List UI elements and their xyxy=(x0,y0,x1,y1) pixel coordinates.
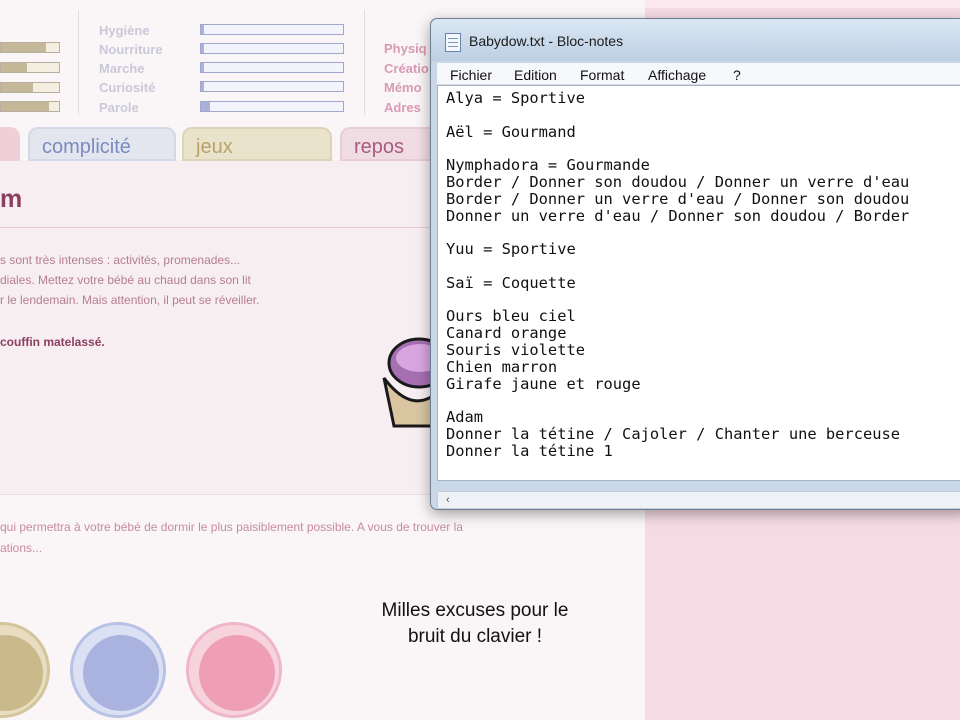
editor-lines: Alya = Sportive Aël = Gourmand Nymphadora … xyxy=(446,90,909,460)
stat-bar-nourriture xyxy=(200,43,344,54)
tab-jeux[interactable]: jeux xyxy=(182,127,332,161)
editor-line: Souris violette xyxy=(446,340,585,359)
stat-bar-left-fill xyxy=(1,102,49,111)
window-titlebar[interactable]: Babydow.txt - Bloc-notes xyxy=(431,19,960,61)
video-caption: Milles excuses pour le bruit du clavier … xyxy=(340,598,610,650)
stat-bar-left-4 xyxy=(0,101,60,112)
title-divider xyxy=(0,227,430,228)
stat-label-adresse: Adres xyxy=(384,100,421,115)
editor-line: Canard orange xyxy=(446,324,567,343)
editor-line: Border / Donner son doudou / Donner un v… xyxy=(446,172,910,191)
menu-fichier[interactable]: Fichier xyxy=(450,67,492,83)
editor-line: Saï = Coquette xyxy=(446,273,576,292)
menu-format[interactable]: Format xyxy=(580,67,624,83)
stat-bar-hygiene xyxy=(200,24,344,35)
content-title: m xyxy=(0,185,23,213)
stat-bar-fill xyxy=(201,44,204,53)
notepad-window[interactable]: Babydow.txt - Bloc-notes Fichier Edition… xyxy=(430,18,960,510)
horizontal-scrollbar[interactable]: ‹ xyxy=(437,491,960,509)
menu-edition[interactable]: Edition xyxy=(514,67,557,83)
text-editor-area[interactable]: Alya = Sportive Aël = Gourmand Nymphadora … xyxy=(437,85,960,481)
editor-line: Nymphadora = Gourmande xyxy=(446,156,650,175)
editor-line: Alya = Sportive xyxy=(446,89,585,107)
editor-line: Donner un verre d'eau / Donner son doudo… xyxy=(446,206,910,225)
editor-line: Donner la tétine 1 xyxy=(446,441,613,460)
stat-bar-fill xyxy=(201,82,204,91)
stat-bar-fill xyxy=(201,63,204,72)
stat-bar-marche xyxy=(200,62,344,73)
editor-line: Adam xyxy=(446,408,484,427)
editor-line: Ours bleu ciel xyxy=(446,307,576,326)
content-line: diales. Mettez votre bébé au chaud dans … xyxy=(0,273,251,287)
stat-label-hygiene: Hygiène xyxy=(99,23,150,38)
stat-label-curiosite: Curiosité xyxy=(99,80,156,95)
slippers-icon xyxy=(199,635,275,711)
menu-bar: Fichier Edition Format Affichage ? xyxy=(437,63,960,85)
menu-affichage[interactable]: Affichage xyxy=(648,67,706,83)
baby-icon xyxy=(83,635,159,711)
stat-bar-left-fill xyxy=(1,43,47,52)
stat-bar-curiosite xyxy=(200,81,344,92)
slippers-action-button[interactable] xyxy=(186,622,282,718)
stat-label-nourriture: Nourriture xyxy=(99,42,163,57)
stat-label-physique: Physiq xyxy=(384,41,427,56)
editor-line: Yuu = Sportive xyxy=(446,240,576,259)
stat-bar-left-fill xyxy=(1,83,33,92)
menu-help[interactable]: ? xyxy=(733,67,741,83)
editor-line: Donner la tétine / Cajoler / Chanter une… xyxy=(446,424,901,443)
stat-label-memoire: Mémo xyxy=(384,80,422,95)
stat-bar-fill xyxy=(201,102,210,111)
content-line: s sont très intenses : activités, promen… xyxy=(0,253,241,267)
tab-repos[interactable]: repos xyxy=(340,127,440,161)
stat-label-parole: Parole xyxy=(99,100,139,115)
stat-bar-left-1 xyxy=(0,42,60,53)
stat-label-marche: Marche xyxy=(99,61,145,76)
content-line: r le lendemain. Mais attention, il peut … xyxy=(0,293,260,307)
tab-complicite[interactable]: complicité xyxy=(28,127,176,161)
editor-line: Girafe jaune et rouge xyxy=(446,374,641,393)
column-divider xyxy=(78,10,79,115)
stat-bar-left-3 xyxy=(0,82,60,93)
scroll-left-arrow-icon[interactable]: ‹ xyxy=(446,492,450,508)
editor-line: Chien marron xyxy=(446,357,558,376)
editor-line: Aël = Gourmand xyxy=(446,122,576,141)
window-title: Babydow.txt - Bloc-notes xyxy=(469,33,624,49)
editor-line: Border / Donner un verre d'eau / Donner … xyxy=(446,189,910,208)
caption-line-2: bruit du clavier ! xyxy=(407,626,543,647)
description-line: ations... xyxy=(0,541,43,555)
description-line: qui permettra à votre bébé de dormir le … xyxy=(0,520,463,534)
caption-line-1: Milles excuses pour le xyxy=(381,600,569,621)
stat-bar-left-fill xyxy=(1,63,28,72)
pillow-icon xyxy=(0,635,43,711)
content-panel xyxy=(0,160,430,495)
stat-bar-fill xyxy=(201,25,204,34)
stat-bar-left-2 xyxy=(0,62,60,73)
notepad-icon xyxy=(445,33,461,52)
baby-action-button[interactable] xyxy=(70,622,166,718)
stat-label-creativite: Créatio xyxy=(384,61,429,76)
sleep-action-button[interactable] xyxy=(0,622,50,718)
item-name: couffin matelassé. xyxy=(0,335,105,349)
tab-partial[interactable] xyxy=(0,127,20,161)
panel-stripe xyxy=(645,0,960,8)
stat-bar-parole xyxy=(200,101,344,112)
column-divider xyxy=(364,10,365,115)
